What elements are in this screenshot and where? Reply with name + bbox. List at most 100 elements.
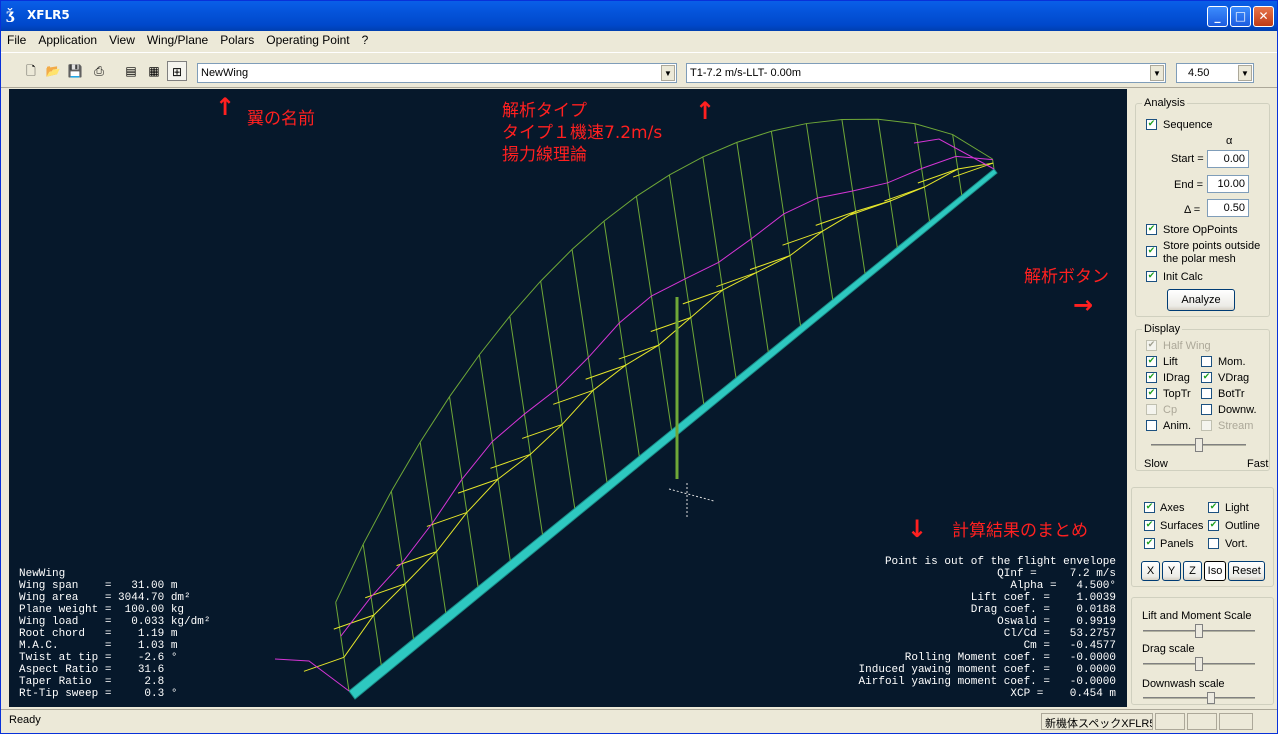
toolbar: 🗋 📂 💾 ⎙ ▤ ▦ ⊞ NewWing ▼ T1-7.2 m/s-LLT- 0… [1,52,1277,88]
store-outside-label-2: the polar mesh [1163,253,1236,265]
lift-vector [635,196,672,431]
wing-info-row: Wing span = 31.00 m [19,580,178,592]
light-checkbox[interactable]: ✔ [1208,502,1219,513]
results-panel: Point is out of the flight envelope QInf … [859,556,1116,700]
analysis-group-title: Analysis [1142,97,1187,109]
stream-checkbox [1201,420,1212,431]
minimize-button[interactable]: _ [1207,6,1228,27]
print-icon[interactable]: ⎙ [89,61,109,81]
lift-vector [390,491,414,639]
result-row: Airfoil yawing moment coef. = -0.0000 [858,676,1116,688]
downwash-scale-thumb[interactable] [1207,692,1215,704]
window-title: XFLR5 [27,8,70,22]
end-input[interactable]: 10.00 [1207,175,1249,193]
downwash-scale-label: Downwash scale [1142,678,1225,690]
store-opp-checkbox[interactable]: ✔ [1146,224,1157,235]
open-icon[interactable]: 📂 [43,61,63,81]
delta-label: Δ = [1184,204,1201,216]
surfaces-checkbox[interactable]: ✔ [1144,520,1155,531]
view-2d-icon[interactable]: ▤ [121,61,141,81]
wing-select[interactable]: NewWing ▼ [197,63,677,83]
lift-vector [668,174,705,404]
view-polar-icon[interactable]: ▦ [144,61,164,81]
annotation-summary: 計算結果のまとめ [952,521,1088,541]
analyze-button[interactable]: Analyze [1167,289,1235,311]
start-input[interactable]: 0.00 [1207,150,1249,168]
menu-wing-plane[interactable]: Wing/Plane [141,31,214,50]
menu-bar: File Application View Wing/Plane Polars Opera… [1,31,1277,50]
lift-vector [603,221,640,457]
menu-help[interactable]: ? [356,31,375,50]
bottr-checkbox[interactable] [1201,388,1212,399]
sequence-label: Sequence [1163,119,1213,131]
menu-polars[interactable]: Polars [214,31,260,50]
title-bar[interactable]: ǯ XFLR5 _ □ ✕ [1,1,1277,31]
results-warning: Point is out of the flight envelope [884,556,1116,568]
axes-checkbox[interactable]: ✔ [1144,502,1155,513]
init-calc-checkbox[interactable]: ✔ [1146,271,1157,282]
3d-view[interactable]: ↑ 翼の名前 解析タイプ タイプ１機速7.2m/s 揚力線理論 ↑ 解析ボタン … [9,89,1127,707]
delta-input[interactable]: 0.50 [1207,199,1249,217]
lift-vector [571,249,608,483]
close-button[interactable]: ✕ [1253,6,1274,27]
status-bar: Ready 新機体スペックXFLR5 [1,709,1277,733]
idrag-vector [365,583,406,599]
sequence-checkbox[interactable]: ✔ [1146,119,1157,130]
toptr-checkbox[interactable]: ✔ [1146,388,1157,399]
view-reset-button[interactable]: Reset [1228,561,1265,581]
outline-checkbox[interactable]: ✔ [1208,520,1219,531]
wing-info-row: M.A.C. = 1.03 m [19,640,178,652]
lift-label: Lift [1163,356,1178,368]
view-iso-button[interactable]: Iso [1204,561,1226,581]
panels-checkbox[interactable]: ✔ [1144,538,1155,549]
annotation-analysis-type-3: 揚力線理論 [502,145,587,165]
vort-checkbox[interactable] [1208,538,1219,549]
lift-vector [736,142,769,352]
init-calc-label: Init Calc [1163,271,1203,283]
new-icon[interactable]: 🗋 [21,61,41,81]
mom-label: Mom. [1218,356,1246,368]
cp-label: Cp [1163,404,1178,416]
idrag-checkbox[interactable]: ✔ [1146,372,1157,383]
half-wing-label: Half Wing [1163,340,1211,352]
anim-checkbox[interactable] [1146,420,1157,431]
menu-file[interactable]: File [1,31,32,50]
polar-select[interactable]: T1-7.2 m/s-LLT- 0.00m ▼ [686,63,1166,83]
view-z-button[interactable]: Z [1183,561,1202,581]
maximize-button[interactable]: □ [1230,6,1251,27]
annotation-analyze-button: 解析ボタン [1024,267,1109,287]
wing-info-name: NewWing [19,568,66,580]
anim-label: Anim. [1163,420,1192,432]
result-row: QInf = 7.2 m/s [997,568,1116,580]
downw-label: Downw. [1218,404,1257,416]
drag-scale-thumb[interactable] [1195,657,1203,671]
menu-operating-point[interactable]: Operating Point [260,31,355,50]
bottr-label: BotTr [1218,388,1245,400]
mom-checkbox[interactable] [1201,356,1212,367]
panels-label: Panels [1160,538,1194,550]
wing-info-row: Wing area = 3044.70 dm² [19,592,191,604]
polar-select-value: T1-7.2 m/s-LLT- 0.00m [690,67,802,79]
view-3d-icon[interactable]: ⊞ [167,61,187,81]
lift-vector [540,281,576,509]
lift-checkbox[interactable]: ✔ [1146,356,1157,367]
result-row: Cm = -0.4577 [1023,640,1116,652]
lift-scale-thumb[interactable] [1195,624,1203,638]
view-y-button[interactable]: Y [1162,561,1181,581]
opp-select[interactable]: 4.50 ▼ [1176,63,1254,83]
save-icon[interactable]: 💾 [65,61,85,81]
result-row: Alpha = 4.500° [1010,580,1116,592]
menu-view[interactable]: View [103,31,141,50]
anim-speed-thumb[interactable] [1195,438,1203,452]
alpha-symbol: α [1226,135,1233,147]
lift-scale-label: Lift and Moment Scale [1142,610,1252,622]
downwash-scale-slider[interactable] [1143,697,1255,699]
status-pane-empty [1155,713,1185,730]
status-pane: 新機体スペックXFLR5 [1041,713,1153,730]
vdrag-checkbox[interactable]: ✔ [1201,372,1212,383]
lift-vector [509,316,543,535]
view-x-button[interactable]: X [1141,561,1160,581]
menu-application[interactable]: Application [32,31,103,50]
store-outside-checkbox[interactable]: ✔ [1146,246,1157,257]
downw-checkbox[interactable] [1201,404,1212,415]
